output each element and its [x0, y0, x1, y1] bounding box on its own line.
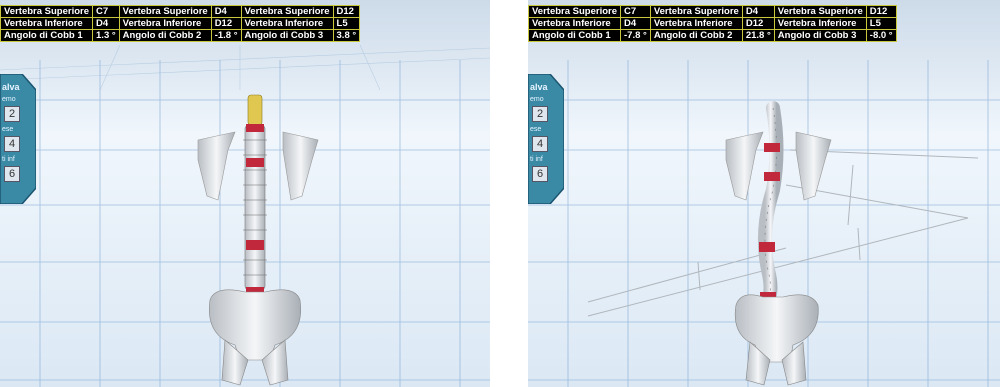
cobb-table-right: Vertebra Superiore C7 Vertebra Superiore…: [528, 5, 897, 42]
table-cell: Vertebra Superiore: [118, 5, 212, 18]
table-cell: Vertebra Inferiore: [118, 17, 212, 30]
side-value-3[interactable]: 6: [532, 166, 548, 182]
side-value-1[interactable]: 2: [532, 106, 548, 122]
table-cell: Vertebra Inferiore: [649, 17, 743, 30]
side-control-panel: alva emo 2 ese 4 ti inf 6: [0, 74, 36, 204]
right-3d-scene[interactable]: [528, 0, 1000, 387]
left-viewport[interactable]: Vertebra Superiore C7 Vertebra Superiore…: [0, 0, 490, 387]
vertebra-d4-marker: [246, 158, 264, 167]
side-value-3[interactable]: 6: [4, 166, 20, 182]
side-label-1: emo: [2, 96, 16, 103]
table-cell: D4: [741, 5, 775, 18]
table-cell: 21.8 °: [741, 29, 775, 42]
side-control-panel: alva emo 2 ese 4 ti inf 6: [528, 74, 564, 204]
table-cell: Vertebra Superiore: [528, 5, 622, 18]
table-cell: Vertebra Superiore: [0, 5, 94, 18]
table-cell: -1.8 °: [210, 29, 242, 42]
table-cell: Angolo di Cobb 1: [528, 29, 622, 42]
vertebra-d12-marker: [246, 240, 264, 250]
vertebra-c7-marker: [764, 143, 780, 152]
table-cell: Vertebra Inferiore: [773, 17, 867, 30]
table-cell: Vertebra Superiore: [773, 5, 867, 18]
table-cell: D12: [210, 17, 242, 30]
side-label-2: ese: [530, 126, 542, 133]
table-cell: 1.3 °: [92, 29, 120, 42]
vertebra-c7-marker: [246, 124, 264, 132]
table-row: Angolo di Cobb 1 -7.8 ° Angolo di Cobb 2…: [528, 29, 897, 42]
table-cell: D4: [92, 17, 120, 30]
table-cell: Angolo di Cobb 2: [118, 29, 212, 42]
table-row: Angolo di Cobb 1 1.3 ° Angolo di Cobb 2 …: [0, 29, 361, 42]
table-cell: C7: [620, 5, 651, 18]
spine-left: [243, 94, 267, 297]
right-viewport[interactable]: Vertebra Superiore C7 Vertebra Superiore…: [528, 0, 1000, 387]
table-row: Vertebra Superiore C7 Vertebra Superiore…: [0, 5, 361, 18]
table-cell: Angolo di Cobb 2: [649, 29, 743, 42]
side-label-3: ti inf: [2, 156, 15, 163]
table-cell: 3.8 °: [332, 29, 361, 42]
table-cell: Vertebra Inferiore: [528, 17, 622, 30]
table-cell: C7: [92, 5, 120, 18]
side-label-1: emo: [530, 96, 544, 103]
table-cell: Vertebra Superiore: [649, 5, 743, 18]
side-value-2[interactable]: 4: [4, 136, 20, 152]
table-cell: L5: [332, 17, 361, 30]
table-cell: D12: [865, 5, 897, 18]
side-panel-title: alva: [530, 82, 548, 92]
table-cell: L5: [865, 17, 897, 30]
side-label-3: ti inf: [530, 156, 543, 163]
table-cell: D4: [210, 5, 242, 18]
table-row: Vertebra Superiore C7 Vertebra Superiore…: [528, 5, 897, 18]
table-cell: D12: [332, 5, 361, 18]
table-cell: Angolo di Cobb 3: [773, 29, 867, 42]
vertebra-d4-marker: [764, 172, 780, 181]
table-cell: D12: [741, 17, 775, 30]
table-cell: -7.8 °: [620, 29, 651, 42]
side-value-2[interactable]: 4: [532, 136, 548, 152]
cobb-table-left: Vertebra Superiore C7 Vertebra Superiore…: [0, 5, 361, 42]
table-row: Vertebra Inferiore D4 Vertebra Inferiore…: [528, 17, 897, 30]
table-row: Vertebra Inferiore D4 Vertebra Inferiore…: [0, 17, 361, 30]
table-cell: Vertebra Inferiore: [0, 17, 94, 30]
table-cell: Angolo di Cobb 1: [0, 29, 94, 42]
table-cell: Vertebra Inferiore: [240, 17, 334, 30]
side-label-2: ese: [2, 126, 14, 133]
vertebra-d12-marker: [759, 242, 775, 252]
side-value-1[interactable]: 2: [4, 106, 20, 122]
table-cell: -8.0 °: [865, 29, 897, 42]
side-panel-title: alva: [2, 82, 20, 92]
left-3d-scene[interactable]: [0, 0, 490, 387]
table-cell: Vertebra Superiore: [240, 5, 334, 18]
table-cell: D4: [620, 17, 651, 30]
table-cell: Angolo di Cobb 3: [240, 29, 334, 42]
